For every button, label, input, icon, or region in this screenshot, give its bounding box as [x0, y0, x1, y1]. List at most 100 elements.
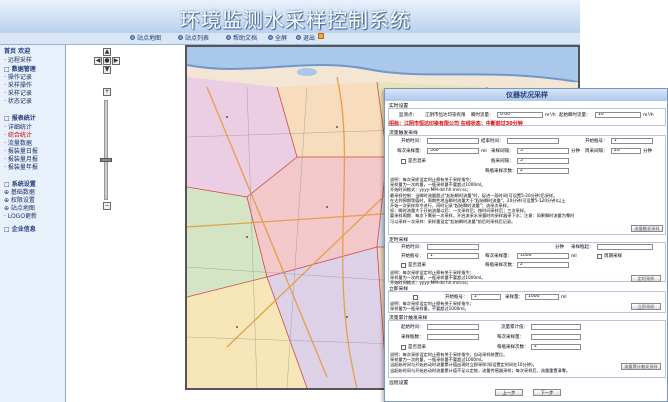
timed-bottle-label: 开始瓶号： — [401, 254, 424, 259]
flowacc-start-field[interactable] — [427, 324, 479, 330]
end-time-field[interactable] — [507, 138, 559, 144]
start-bottle-label: 开始瓶号： — [585, 139, 608, 144]
pan-center-icon[interactable]: ● — [103, 57, 111, 65]
timed-start-field[interactable] — [427, 244, 479, 250]
interval-label: 采样间隔： — [491, 149, 514, 154]
bottle-start-field[interactable] — [597, 244, 653, 250]
zoom-out-icon[interactable]: − — [103, 202, 111, 210]
prev-button[interactable]: 上一步 — [495, 389, 523, 396]
flowacc-start-label: 起始时间： — [401, 325, 424, 330]
end-time-label: 结束时间： — [481, 139, 504, 144]
pan-down-icon[interactable]: ▼ — [103, 66, 111, 74]
sidebar-item[interactable]: □ 报表统计 — [4, 113, 36, 122]
list-icon — [178, 35, 183, 40]
menu-site-list[interactable]: 站点列表 — [178, 33, 209, 42]
sampling-dialog: 仪器状况采样 实时设置 监测点： 江阴市恒达印染有限 瞬时流量： 0.00 m³… — [384, 88, 668, 402]
manual-sampling-button[interactable]: 立即采样 — [631, 303, 661, 310]
sidebar-item[interactable]: · 报装量年报 — [4, 162, 38, 171]
flow-field[interactable]: 0.00 — [497, 112, 543, 118]
manual-vol-label: 采样量： — [505, 295, 523, 300]
flowacc-value-label: 流量累计值： — [501, 325, 528, 330]
manual-note: 说明：每次采样设定时止察有关于采样指令； 采样量为一瓶采样量，不要超过1000m… — [390, 301, 474, 312]
timed-note: 说明：每次采样设定时止察有关于采样指令； 采样量为一次的量，一瓶采样量不要超过1… — [390, 270, 486, 286]
menu-fullscreen[interactable]: 全屏 — [268, 33, 287, 42]
flowacc-vol-label: 每次采样量： — [497, 335, 524, 340]
timed-min-unit: 分钟 — [555, 245, 564, 250]
interval-field[interactable]: 5 — [517, 148, 569, 154]
start-time-field[interactable] — [427, 138, 479, 144]
flowacc-vol-field[interactable] — [531, 334, 581, 340]
status-line: 招标：江阴市恒达印染有限公司 在线状态：中断前过30分钟 — [389, 121, 523, 127]
each-vol-label: 每次采样量： — [397, 149, 424, 154]
start-flow-field[interactable]: 10 — [595, 112, 641, 118]
flowacc-bottle-field[interactable] — [427, 334, 479, 340]
next-button[interactable]: 下一步 — [533, 389, 561, 396]
app-header: 环境监测水采样控制系统 — [0, 0, 580, 34]
menu-exit[interactable]: 退出 — [296, 33, 315, 42]
manual-checkbox[interactable] — [413, 295, 418, 300]
station-value: 江阴市恒达印染有限 — [425, 113, 466, 118]
times-field[interactable]: 2 — [517, 168, 569, 174]
menu-extra[interactable] — [318, 33, 324, 39]
combine-checkbox[interactable] — [401, 159, 406, 164]
zoom-slider[interactable] — [104, 100, 108, 200]
flowacc-value-field[interactable] — [531, 324, 581, 330]
folder-icon — [318, 33, 324, 39]
pan-right-icon[interactable]: ▶ — [112, 57, 120, 65]
flow-label: 瞬时流量： — [471, 113, 494, 118]
pan-left-icon[interactable]: ◀ — [94, 57, 102, 65]
timed-bottle-select[interactable]: 1 — [427, 253, 479, 259]
flowacc-button[interactable]: 流量累计触发采样 — [621, 363, 661, 370]
cycle-label: 周采间隔： — [585, 149, 608, 154]
timed-vol-unit: ml — [571, 254, 577, 259]
section-remote: 远程设置 — [389, 381, 409, 386]
flow-sampling-button[interactable]: 流量触发采样 — [631, 225, 663, 232]
flowacc-note: 说明：每次采样设定时止察有关于采样指令；自动采样装置位。 采样量为一次的量，一瓶… — [390, 352, 571, 373]
dialog-title: 仪器状况采样 — [385, 89, 667, 101]
manual-bottle-select[interactable]: 1 — [471, 294, 501, 300]
app-title: 环境监测水采样控制系统 — [180, 8, 411, 32]
manual-bottle-label: 开始瓶号： — [445, 295, 468, 300]
timed-combine-checkbox[interactable] — [401, 263, 406, 268]
sidebar-item[interactable]: □ 企业信息 — [4, 224, 36, 233]
timed-vol-label: 每次采样量： — [485, 254, 512, 259]
station-label: 监测点： — [399, 113, 417, 118]
bottle-interval-field[interactable]: 5 — [517, 158, 569, 164]
cycle-unit: 分钟 — [643, 149, 652, 154]
bottle-start-label: 采样瓶起： — [571, 245, 594, 250]
flowacc-times-field[interactable]: 2 — [531, 344, 581, 350]
each-vol-unit: ml — [481, 149, 487, 154]
timed-vol-field[interactable]: 1000 — [517, 253, 569, 259]
flowacc-combine-label: 是否混采 — [408, 345, 426, 350]
sidebar: 首页 欢迎 · 远程采样 □ 数据管理 · 操作记录 · 采样操作 · 采样记录 ·… — [0, 45, 66, 402]
globe-icon — [130, 35, 135, 40]
cycle-field[interactable]: 20 — [611, 148, 641, 154]
app-window: 环境监测水采样控制系统 站点地图 站点列表 帮助文档 全屏 退出 首页 欢迎 · … — [0, 0, 668, 402]
zoom-slider-handle[interactable] — [100, 158, 112, 162]
timed-times-field[interactable]: 2 — [517, 262, 569, 268]
times-label: 每瓶采样次数： — [485, 169, 517, 174]
sidebar-item[interactable]: · 状态记录 — [4, 96, 32, 105]
timed-sampling-button[interactable]: 定时采样 — [631, 275, 661, 282]
flow-unit: m³/h — [545, 113, 556, 118]
start-bottle-select[interactable]: 1 — [611, 138, 653, 144]
pan-up-icon[interactable]: ▲ — [103, 48, 111, 56]
zoom-in-icon[interactable]: + — [103, 88, 111, 96]
flowacc-times-label: 每瓶采样次数： — [497, 345, 529, 350]
menu-site-map[interactable]: 站点地图 — [130, 33, 161, 42]
timed-times-label: 每瓶采样次数： — [485, 263, 517, 268]
manual-vol-field[interactable]: 1000 — [525, 294, 559, 300]
sidebar-item[interactable]: 首页 欢迎 — [4, 46, 30, 55]
flowacc-combine-checkbox[interactable] — [401, 345, 406, 350]
interval-unit: 分钟 — [571, 149, 580, 154]
bottle-interval-label: 瓶采间隔： — [491, 159, 514, 164]
menu-help[interactable]: 帮助文档 — [226, 33, 257, 42]
each-vol-field[interactable]: 500 — [427, 148, 479, 154]
cycle-chk-label: 周期采样 — [604, 254, 622, 259]
cycle-checkbox[interactable] — [597, 254, 602, 259]
fullscreen-icon — [268, 35, 273, 40]
map-zoom-control: ▲ ◀ ● ▶ ▼ + − — [94, 48, 124, 210]
sidebar-item[interactable]: · 远程采样 — [4, 55, 32, 64]
menu-bar: 站点地图 站点列表 帮助文档 全屏 退出 — [0, 33, 580, 45]
sidebar-item[interactable]: · LOGO更新 — [4, 211, 37, 220]
